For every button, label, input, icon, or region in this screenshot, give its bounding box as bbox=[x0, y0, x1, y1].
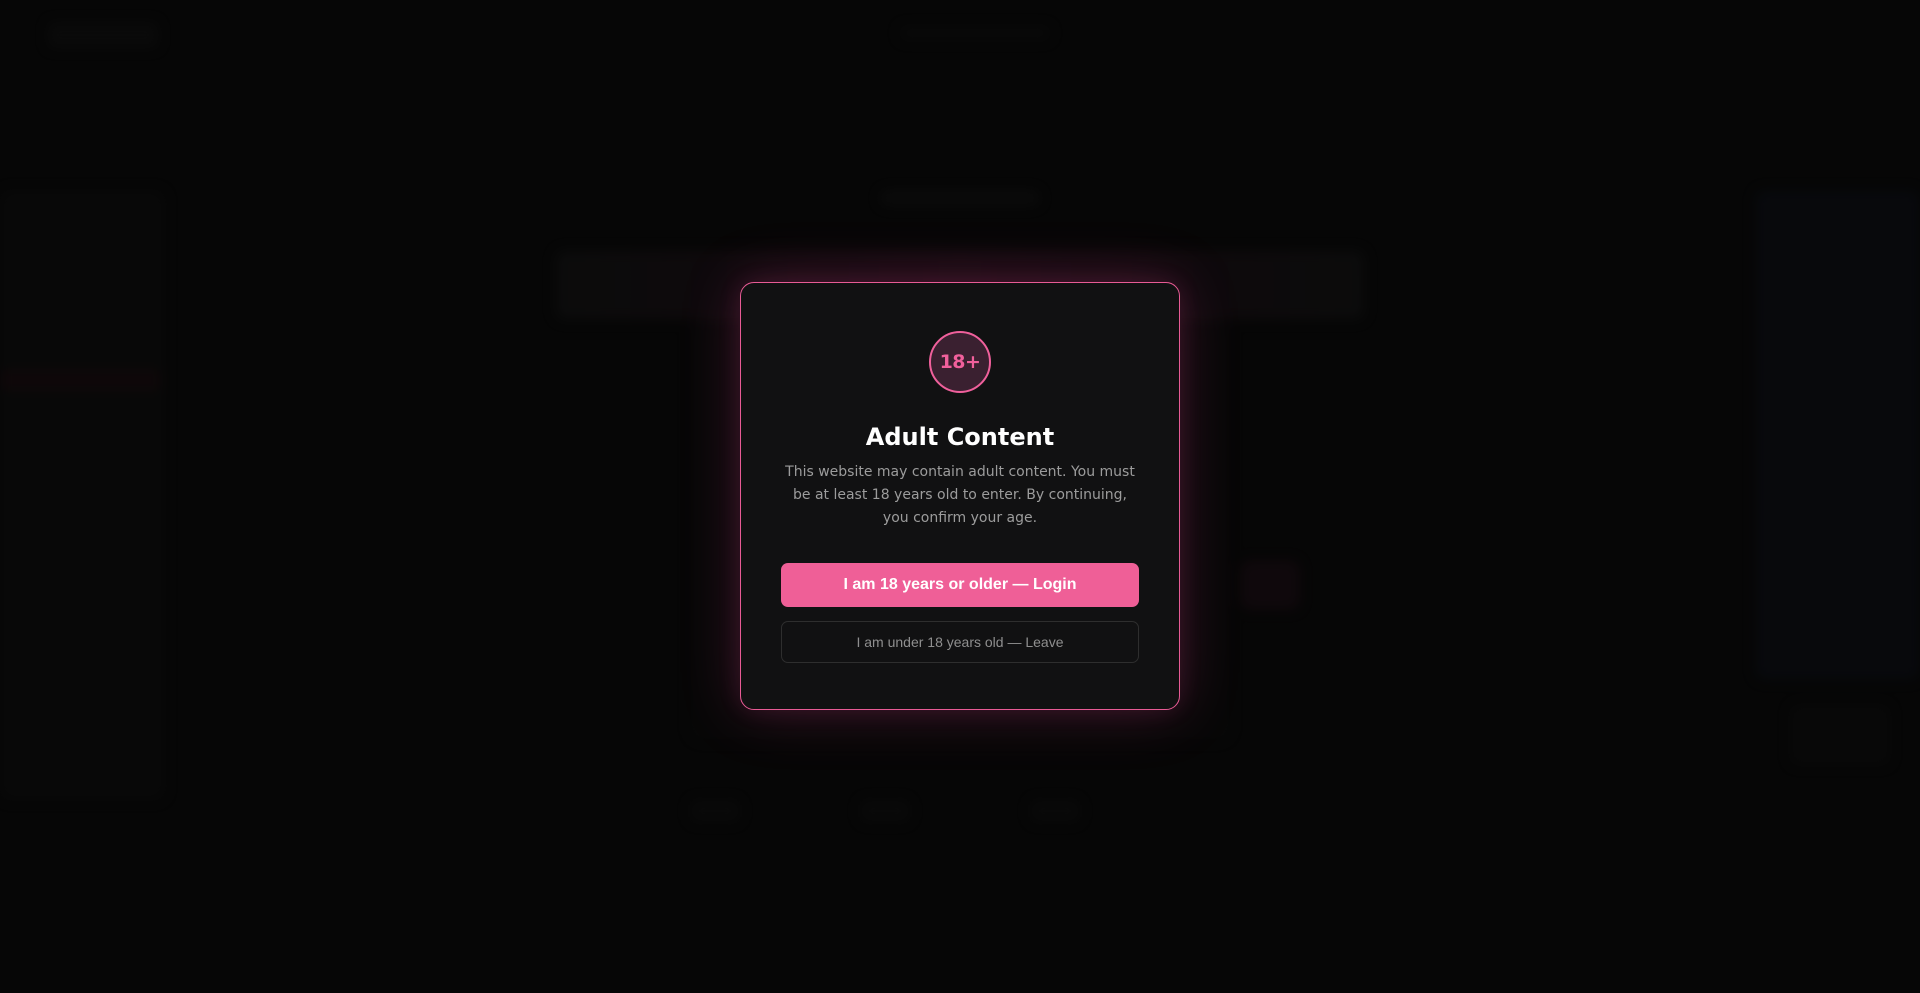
modal-title: Adult Content bbox=[865, 423, 1055, 451]
modal-description: This website may contain adult content. … bbox=[785, 464, 1135, 526]
age-verification-modal: 18+ Adult Content This website may conta… bbox=[740, 282, 1180, 710]
page: 18+ Adult Content This website may conta… bbox=[0, 0, 1920, 993]
leave-button[interactable]: I am under 18 years old — Leave bbox=[781, 621, 1139, 663]
confirm-age-login-button[interactable]: I am 18 years or older — Login bbox=[781, 563, 1139, 607]
age-badge-icon: 18+ bbox=[929, 331, 991, 393]
